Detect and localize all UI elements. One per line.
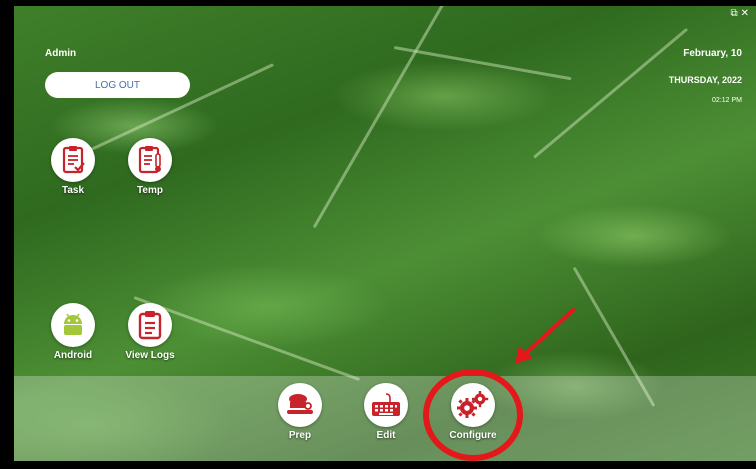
app-view-logs-label: View Logs bbox=[125, 350, 175, 361]
clipboard-check-icon bbox=[51, 138, 95, 182]
annotation-arrow-icon bbox=[515, 308, 575, 364]
clipboard-list-icon bbox=[128, 303, 172, 347]
dock-edit-label: Edit bbox=[376, 430, 396, 441]
app-task-label: Task bbox=[61, 185, 85, 196]
app-temp[interactable]: Temp bbox=[119, 138, 181, 196]
leaf-decoration bbox=[312, 6, 446, 229]
app-android-label: Android bbox=[53, 350, 93, 361]
clipboard-thermometer-icon bbox=[128, 138, 172, 182]
leaf-decoration bbox=[393, 46, 572, 81]
home-screen: ⧉✕ Admin LOG OUT February, 10 THURSDAY, … bbox=[14, 6, 756, 461]
date-text: February, 10 bbox=[683, 48, 742, 59]
user-name: Admin bbox=[45, 48, 77, 59]
android-icon bbox=[51, 303, 95, 347]
dock-prep-label: Prep bbox=[288, 430, 312, 441]
dock-edit[interactable]: Edit bbox=[355, 383, 417, 441]
annotation-highlight-circle bbox=[423, 369, 523, 461]
app-view-logs[interactable]: View Logs bbox=[119, 303, 181, 361]
date-time-panel: February, 10 THURSDAY, 2022 02:12 PM bbox=[669, 48, 742, 104]
app-android[interactable]: Android bbox=[42, 303, 104, 361]
app-temp-label: Temp bbox=[137, 185, 163, 196]
window-controls[interactable]: ⧉✕ bbox=[730, 8, 752, 19]
dock-prep[interactable]: Prep bbox=[269, 383, 331, 441]
time-text: 02:12 PM bbox=[712, 97, 742, 104]
app-task[interactable]: Task bbox=[42, 138, 104, 196]
keyboard-icon bbox=[364, 383, 408, 427]
leaf-decoration bbox=[533, 27, 689, 159]
logout-button[interactable]: LOG OUT bbox=[45, 72, 190, 98]
weekday-year-text: THURSDAY, 2022 bbox=[668, 75, 742, 85]
food-prep-icon bbox=[278, 383, 322, 427]
